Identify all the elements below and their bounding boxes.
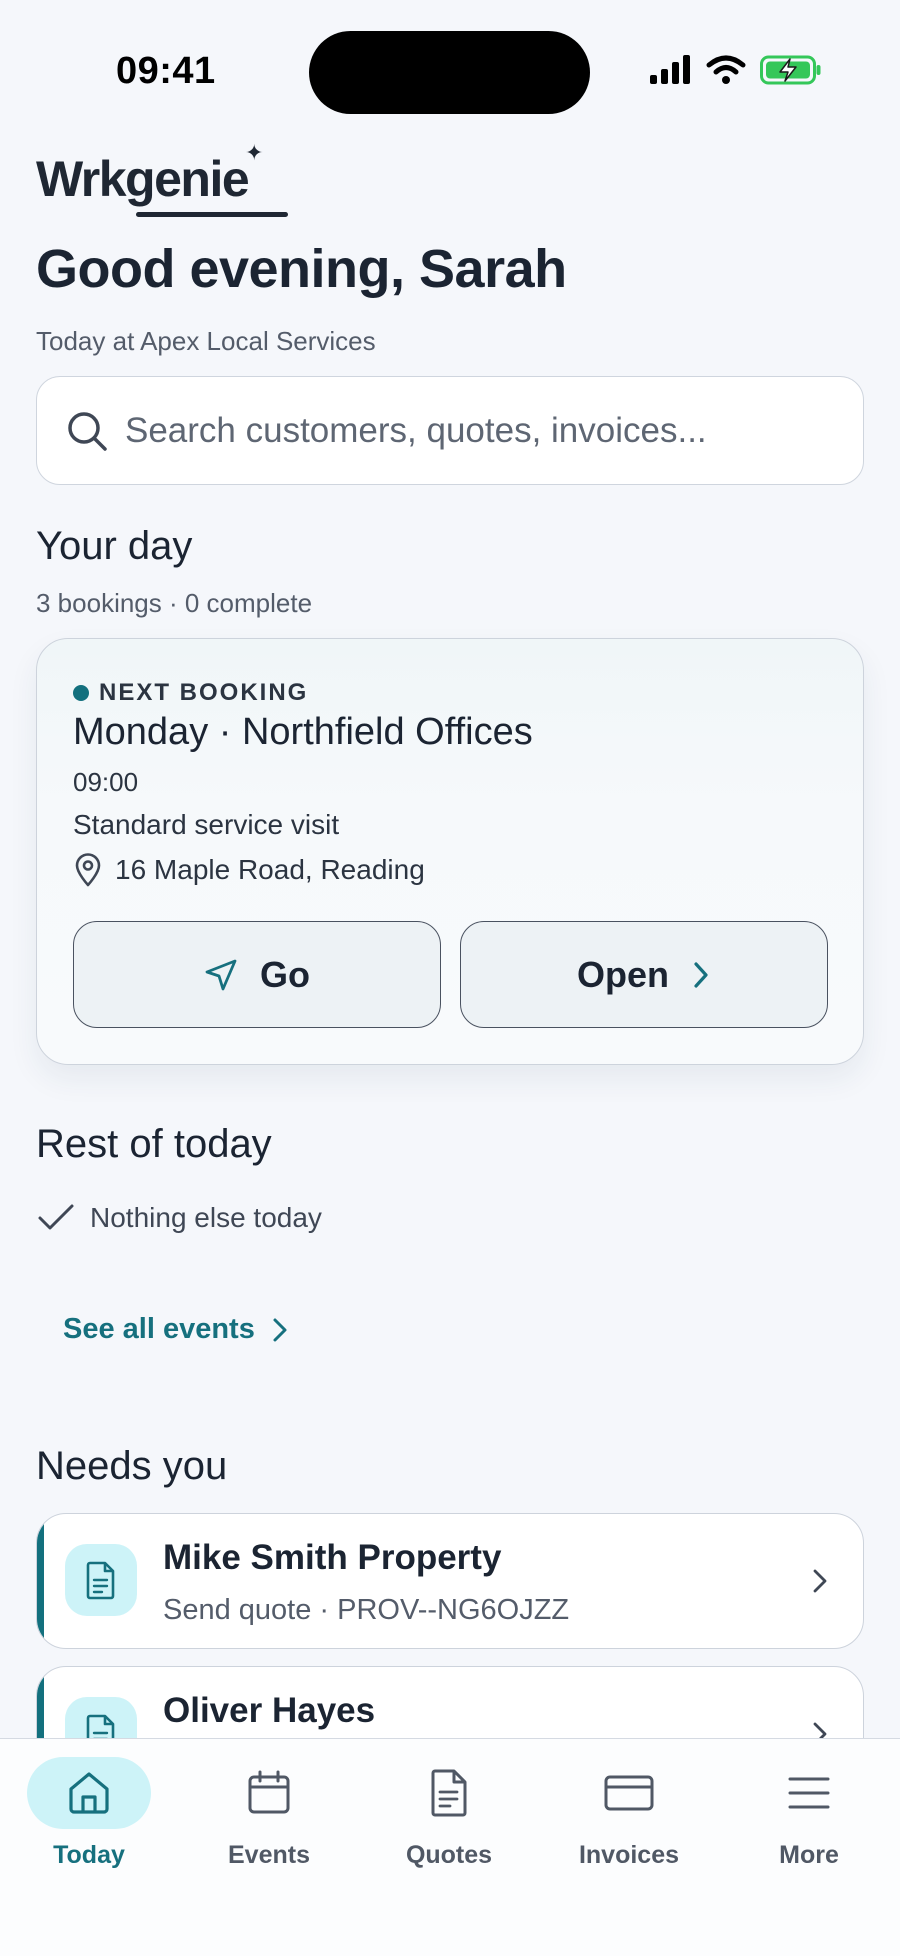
tab-label: Invoices: [578, 1841, 680, 1869]
chevron-right-icon: [694, 961, 708, 988]
tab-label: More: [779, 1841, 839, 1869]
booking-type: Standard service visit: [73, 809, 340, 840]
calendar-icon: [248, 1770, 290, 1814]
menu-icon: [788, 1777, 830, 1809]
document-icon: [431, 1769, 467, 1817]
greeting-subtitle: Today at Apex Local Services: [36, 326, 376, 356]
tab-label: Quotes: [405, 1841, 493, 1869]
item-name: Oliver Hayes: [163, 1691, 376, 1730]
go-button[interactable]: Go: [73, 921, 441, 1028]
tab-label: Events: [228, 1841, 310, 1869]
document-icon: [65, 1544, 137, 1616]
card-icon: [604, 1775, 654, 1811]
checkmark-icon: [38, 1204, 74, 1230]
rest-of-today-heading: Rest of today: [36, 1122, 272, 1166]
tab-icon-wrap: [207, 1757, 331, 1829]
status-bar: 09:41: [0, 0, 900, 140]
next-booking-label: NEXT BOOKING: [73, 679, 308, 707]
your-day-meta: 3 bookings · 0 complete: [36, 588, 313, 618]
booking-address-text: 16 Maple Road, Reading: [115, 854, 425, 885]
logo-text: Wrkgenie: [36, 151, 250, 207]
booking-time: 09:00: [73, 767, 139, 797]
tab-quotes[interactable]: Quotes: [374, 1757, 524, 1870]
item-subtitle: Send quote · PROV--NG6OJZZ: [163, 1594, 570, 1626]
chevron-right-icon: [273, 1318, 287, 1341]
home-icon: [69, 1772, 109, 1814]
tab-label: Today: [53, 1841, 125, 1869]
battery-charging-icon: [760, 55, 821, 85]
tab-icon-wrap: [387, 1757, 511, 1829]
bottom-tab-bar: Today Events Quotes Invoices More: [0, 1738, 900, 1956]
empty-state: Nothing else today: [36, 1202, 322, 1234]
dynamic-island: [309, 31, 590, 114]
tab-icon-highlight: [27, 1757, 151, 1829]
booking-title: Monday · Northfield Offices: [73, 711, 533, 753]
tab-icon-wrap: [747, 1757, 871, 1829]
needs-you-heading: Needs you: [36, 1444, 228, 1488]
logo-underline: [136, 212, 288, 217]
next-booking-card[interactable]: NEXT BOOKING Monday · Northfield Offices…: [36, 638, 864, 1065]
item-name: Mike Smith Property: [163, 1538, 502, 1577]
open-button[interactable]: Open: [460, 921, 828, 1028]
needs-you-item[interactable]: Mike Smith Property Send quote · PROV--N…: [36, 1513, 864, 1649]
status-dot: [73, 685, 89, 701]
booking-address: 16 Maple Road, Reading: [73, 853, 425, 887]
empty-state-text: Nothing else today: [90, 1202, 322, 1233]
signal-icon: [650, 55, 690, 84]
tab-more[interactable]: More: [734, 1757, 884, 1870]
tab-invoices[interactable]: Invoices: [554, 1757, 704, 1870]
item-accent-bar: [37, 1514, 44, 1648]
tab-today[interactable]: Today: [14, 1757, 164, 1870]
your-day-heading: Your day: [36, 524, 193, 568]
app-logo: Wrkgenie ✦: [36, 140, 288, 217]
sparkle-icon: ✦: [245, 140, 263, 165]
see-all-events-label: See all events: [63, 1313, 255, 1345]
greeting-title: Good evening, Sarah: [36, 239, 567, 299]
search-bar[interactable]: [36, 376, 864, 485]
status-time: 09:41: [116, 50, 216, 92]
tab-icon-wrap: [567, 1757, 691, 1829]
status-icons: [648, 55, 822, 85]
open-button-label: Open: [576, 953, 669, 995]
search-icon: [68, 411, 107, 451]
wifi-icon: [706, 55, 746, 84]
next-booking-label-text: NEXT BOOKING: [99, 679, 309, 706]
navigation-arrow-icon: [205, 959, 237, 990]
go-button-label: Go: [260, 953, 310, 995]
location-pin-icon: [75, 853, 101, 887]
search-input[interactable]: [125, 410, 825, 451]
chevron-right-icon: [813, 1569, 827, 1593]
see-all-events-link[interactable]: See all events: [63, 1313, 289, 1346]
tab-events[interactable]: Events: [194, 1757, 344, 1870]
